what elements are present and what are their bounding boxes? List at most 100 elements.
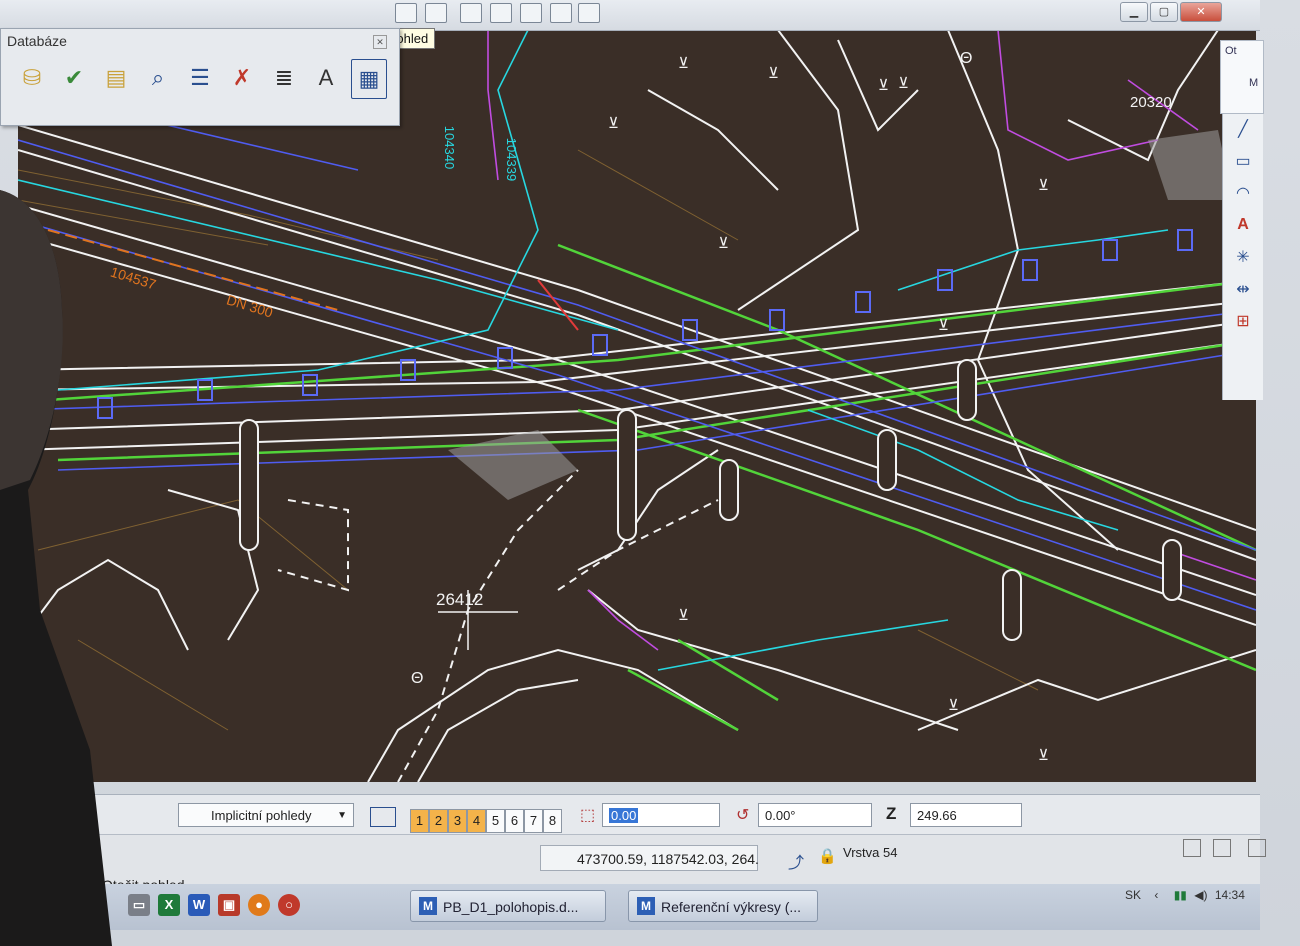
text-tool-icon[interactable]: A: [1229, 212, 1257, 238]
close-button[interactable]: ✕: [1180, 2, 1222, 22]
measure-tool-icon[interactable]: ⊞: [1229, 308, 1257, 334]
svg-text:⊻: ⊻: [898, 75, 909, 92]
fit-view-icon[interactable]: [425, 3, 447, 23]
taskbar-item-reference[interactable]: M Referenční výkresy (...: [628, 890, 818, 922]
view-button-7[interactable]: 7: [524, 809, 543, 833]
view-group-icon[interactable]: [370, 807, 396, 827]
review-list-icon[interactable]: ☰: [183, 59, 217, 97]
view-button-1[interactable]: 1: [410, 809, 429, 833]
taskbar-item-label: Referenční výkresy (...: [661, 899, 802, 915]
database-toolbox: Databáze ✕ ⛁ ✔ ▤ ⌕ ☰ ✗ ≣ A ▦: [0, 28, 400, 126]
excel-icon[interactable]: X: [158, 894, 180, 916]
save-icon[interactable]: [578, 3, 600, 23]
svg-text:⊻: ⊻: [768, 65, 779, 82]
dimension-tool-icon[interactable]: ⇹: [1229, 276, 1257, 302]
network-icon[interactable]: ▮▮: [1174, 888, 1187, 902]
detach-icon[interactable]: ✗: [225, 59, 259, 97]
magnify-review-icon[interactable]: ⌕: [141, 59, 175, 97]
toggle-icon[interactable]: [520, 3, 542, 23]
word-icon[interactable]: W: [188, 894, 210, 916]
view-number-buttons: 1 2 3 4 5 6 7 8: [410, 809, 562, 833]
database-icon[interactable]: ⛁: [15, 59, 49, 97]
svg-text:⊻: ⊻: [608, 115, 619, 132]
cad-drawing: ⊻⊻⊻ ⊻⊻⊻ ⊻⊻⊻ ⊻⊻⊻ ⊻⊻: [18, 30, 1256, 782]
status-save-icon[interactable]: [1183, 839, 1201, 857]
chevron-down-icon: ▼: [337, 810, 347, 821]
angle-field[interactable]: 0.00°: [758, 803, 872, 827]
shape-tool-icon[interactable]: ▭: [1229, 148, 1257, 174]
window-area-icon[interactable]: [395, 3, 417, 23]
right-tab-label: Ot: [1225, 45, 1237, 57]
title-bar: ▁ ▢ ✕: [0, 0, 1260, 31]
tools-icon[interactable]: [550, 3, 572, 23]
volume-icon[interactable]: ◀): [1194, 888, 1207, 902]
firefox-icon[interactable]: ●: [248, 894, 270, 916]
label-theta-1: Θ: [960, 50, 973, 67]
clock: 14:34: [1214, 888, 1245, 902]
taskbar: ▭ X W ▣ ● ○ M PB_D1_polohopis.d... M Ref…: [88, 884, 1260, 930]
svg-text:⊻: ⊻: [678, 55, 689, 72]
line-tool-icon[interactable]: ╱: [1229, 116, 1257, 142]
svg-text:⊻: ⊻: [938, 317, 949, 334]
right-panel-tab[interactable]: Ot M: [1220, 40, 1264, 114]
status-settings-icon[interactable]: [1248, 839, 1266, 857]
view-select[interactable]: Implicitní pohledy ▼: [178, 803, 354, 827]
active-depth-value: 0.00: [609, 808, 639, 823]
database-toolbox-title: Databáze: [7, 33, 67, 49]
right-tab-sub: M: [1249, 77, 1259, 89]
view-button-5[interactable]: 5: [486, 809, 505, 833]
app-icon[interactable]: ▣: [218, 894, 240, 916]
explorer-icon[interactable]: ▭: [128, 894, 150, 916]
angle-icon: ↺: [736, 807, 750, 824]
coordinates-readout: 473700.59, 1187542.03, 264.: [540, 845, 759, 871]
status-bar: 473700.59, 1187542.03, 264. ⤴ 🔒 Vrstva 5…: [88, 834, 1266, 893]
view-toolbar: Implicitní pohledy ▼ 1 2 3 4 5 6 7 8 ⬚ 0…: [88, 794, 1260, 835]
microstation-icon: M: [637, 897, 655, 915]
svg-text:⊻: ⊻: [948, 697, 959, 714]
attribute-table-icon[interactable]: ▤: [99, 59, 133, 97]
connect-icon[interactable]: ✔: [57, 59, 91, 97]
chevron-left-icon[interactable]: ‹: [1154, 888, 1158, 902]
close-icon[interactable]: ✕: [373, 35, 387, 49]
view-button-4[interactable]: 4: [467, 809, 486, 833]
arc-tool-icon[interactable]: ◠: [1229, 180, 1257, 206]
label-node-2: 104339: [504, 137, 520, 182]
svg-text:⊻: ⊻: [678, 607, 689, 624]
lock-icon[interactable]: 🔒: [818, 847, 837, 865]
z-label: Z: [886, 804, 897, 823]
view-button-2[interactable]: 2: [429, 809, 448, 833]
view-button-6[interactable]: 6: [505, 809, 524, 833]
fence-select-icon[interactable]: ▦: [351, 59, 387, 99]
label-node-1: 104340: [442, 125, 458, 170]
language-indicator[interactable]: SK: [1125, 888, 1141, 902]
rotate-view-icon[interactable]: [460, 3, 482, 23]
drawing-canvas[interactable]: ⊻⊻⊻ ⊻⊻⊻ ⊻⊻⊻ ⊻⊻⊻ ⊻⊻ 104537 DN 300 104340 …: [18, 30, 1256, 782]
view-attributes-icon[interactable]: [490, 3, 512, 23]
screen: ⊻⊻⊻ ⊻⊻⊻ ⊻⊻⊻ ⊻⊻⊻ ⊻⊻ 104537 DN 300 104340 …: [0, 0, 1300, 946]
system-tray: SK ‹ ▮▮ ◀) 14:34: [1125, 888, 1245, 902]
active-layer: Vrstva 54: [843, 845, 898, 860]
right-tool-strip: ╱ ▭ ◠ A ✳ ⇹ ⊞: [1222, 110, 1263, 400]
text-attribute-icon[interactable]: A: [309, 59, 343, 97]
microstation-icon: M: [419, 897, 437, 915]
z-field[interactable]: 249.66: [910, 803, 1022, 827]
status-copy-icon[interactable]: [1213, 839, 1231, 857]
view-button-3[interactable]: 3: [448, 809, 467, 833]
cell-tool-icon[interactable]: ✳: [1229, 244, 1257, 270]
taskbar-item-polohopis[interactable]: M PB_D1_polohopis.d...: [410, 890, 606, 922]
svg-text:⊻: ⊻: [718, 235, 729, 252]
snap-icon[interactable]: ⤴: [788, 849, 804, 873]
svg-text:⊻: ⊻: [878, 77, 889, 94]
label-theta-2: Θ: [411, 670, 424, 687]
insert-text-icon[interactable]: ≣: [267, 59, 301, 97]
person-silhouette: [0, 190, 112, 946]
minimize-button[interactable]: ▁: [1120, 2, 1148, 22]
view-button-8[interactable]: 8: [543, 809, 562, 833]
taskbar-item-label: PB_D1_polohopis.d...: [443, 899, 579, 915]
active-depth-icon: ⬚: [580, 807, 596, 824]
label-elevation: 26412: [436, 590, 484, 609]
view-select-value: Implicitní pohledy: [211, 808, 312, 823]
maximize-button[interactable]: ▢: [1150, 2, 1178, 22]
active-depth-field[interactable]: 0.00: [602, 803, 720, 827]
opera-icon[interactable]: ○: [278, 894, 300, 916]
